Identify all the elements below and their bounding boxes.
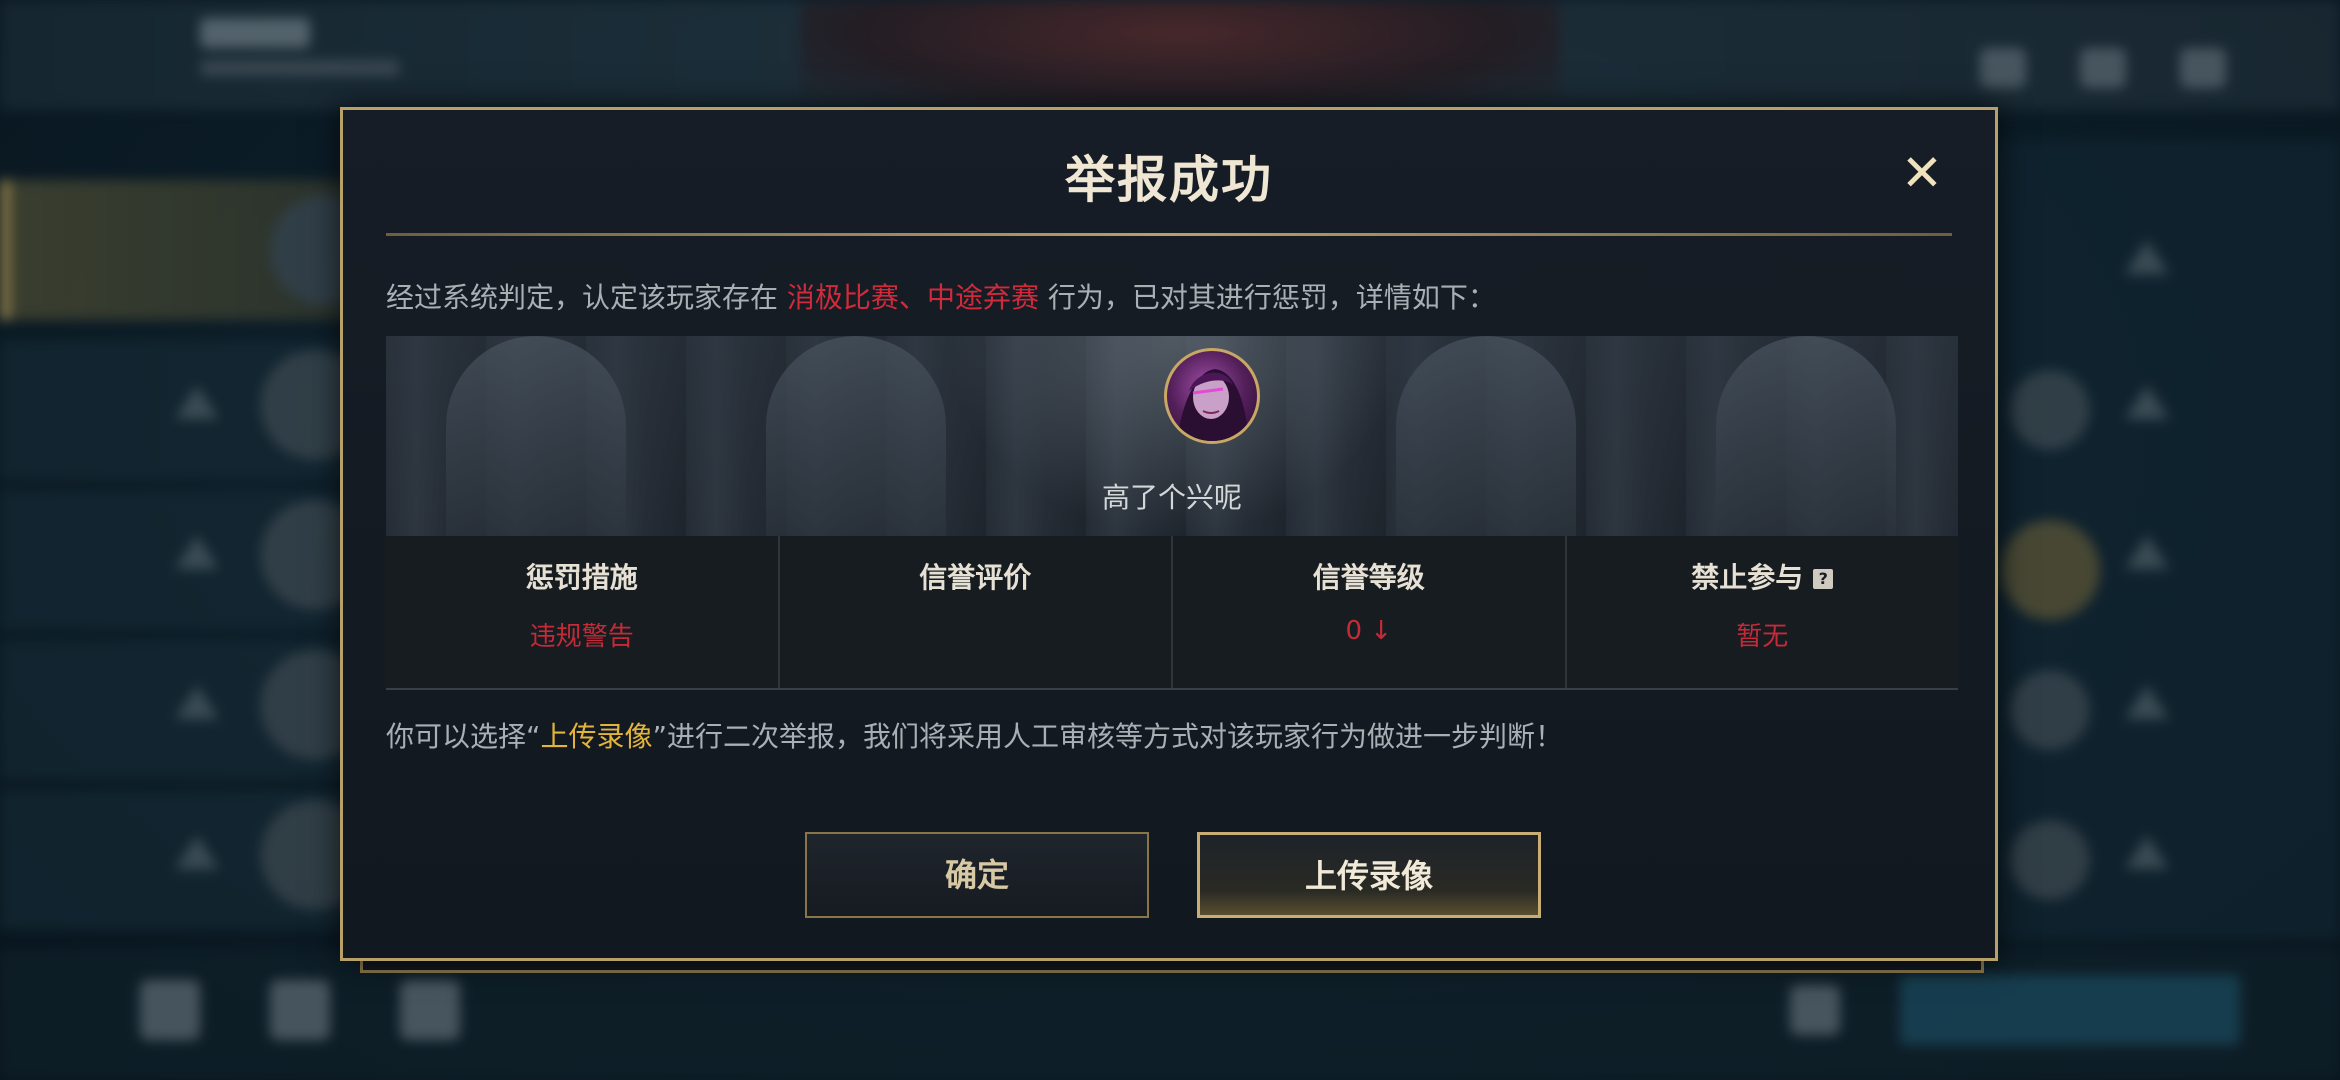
report-success-dialog: 举报成功 ✕ 经过系统判定，认定该玩家存在 消极比赛、中途弃赛 行为，已对其进行… xyxy=(340,107,1998,961)
player-name: 高了个兴呢 xyxy=(1101,481,1242,514)
stat-ban: 禁止参与? 暂无 xyxy=(1567,536,1959,688)
close-button[interactable]: ✕ xyxy=(1897,148,1947,198)
close-icon[interactable]: ✕ xyxy=(1901,144,1943,202)
bg-triangle-icon xyxy=(175,835,219,869)
stat-value: 0 ↓ xyxy=(1345,616,1393,646)
help-icon[interactable]: ? xyxy=(1813,569,1834,589)
stat-reputation-rating: 信誉评价 xyxy=(780,536,1173,688)
violation-behavior-2: 中途弃赛 xyxy=(926,281,1039,314)
bg-rank-badge xyxy=(2010,820,2090,900)
bg-icon xyxy=(2180,48,2226,88)
game-screen: 举报成功 ✕ 经过系统判定，认定该玩家存在 消极比赛、中途弃赛 行为，已对其进行… xyxy=(0,0,2340,1080)
violation-behavior-1: 消极比赛 xyxy=(786,281,899,314)
bg-triangle-icon xyxy=(2125,835,2169,869)
stat-label-with-help: 禁止参与? xyxy=(1567,556,1959,596)
bg-rank-badge xyxy=(2010,670,2090,750)
bg-player-name xyxy=(200,18,310,48)
bg-icon xyxy=(1980,48,2026,88)
bg-triangle-icon xyxy=(2125,685,2169,719)
bg-icon xyxy=(1790,985,1840,1035)
bg-icon xyxy=(2080,48,2126,88)
bg-rank-badge xyxy=(2000,520,2100,620)
bg-rank-badge xyxy=(2010,370,2090,450)
player-banner: 高了个兴呢 xyxy=(386,336,1958,536)
upload-replay-button[interactable]: 上传录像 xyxy=(1197,832,1541,918)
verdict-text: 经过系统判定，认定该玩家存在 消极比赛、中途弃赛 行为，已对其进行惩罚，详情如下… xyxy=(386,276,1496,316)
violation-separator: 、 xyxy=(898,281,927,314)
stat-reputation-level: 信誉等级 0 ↓ xyxy=(1173,536,1567,688)
stat-label: 惩罚措施 xyxy=(525,561,638,594)
stat-label: 信誉评价 xyxy=(919,561,1032,594)
champion-portrait-icon xyxy=(1164,348,1260,444)
stat-penalty-measure: 惩罚措施 违规警告 xyxy=(386,536,780,688)
bg-triangle-icon xyxy=(2125,385,2169,419)
dialog-title: 举报成功 xyxy=(1065,151,1273,209)
bg-triangle-icon xyxy=(175,535,219,569)
verdict-prefix: 经过系统判定，认定该玩家存在 xyxy=(386,281,787,314)
followup-prefix: 你可以选择“ xyxy=(386,720,541,753)
penalty-stats-table: 惩罚措施 违规警告 信誉评价 信誉等级 0 ↓ 禁止参与? 暂无 xyxy=(386,536,1958,690)
upload-replay-link[interactable]: 上传录像 xyxy=(541,720,653,753)
bg-triangle-icon xyxy=(2125,240,2169,274)
bg-triangle-icon xyxy=(2125,535,2169,569)
bg-icon xyxy=(140,980,200,1040)
bg-score-panel xyxy=(800,0,1560,110)
bg-triangle-icon xyxy=(175,385,219,419)
bg-action-button xyxy=(1900,975,2240,1045)
stat-value: 违规警告 xyxy=(529,622,634,652)
stat-label: 信誉等级 xyxy=(1312,561,1425,594)
bg-triangle-icon xyxy=(175,685,219,719)
stat-value: 暂无 xyxy=(1736,622,1789,652)
confirm-button[interactable]: 确定 xyxy=(805,832,1149,918)
stat-label: 禁止参与 xyxy=(1691,561,1804,594)
followup-suffix: ”进行二次举报，我们将采用人工审核等方式对该玩家行为做进一步判断！ xyxy=(652,720,1564,753)
title-divider xyxy=(386,233,1952,236)
verdict-suffix: 行为，已对其进行惩罚，详情如下： xyxy=(1038,281,1496,314)
bg-icon xyxy=(400,980,460,1040)
bg-player-subtitle xyxy=(200,60,400,76)
followup-text: 你可以选择“上传录像”进行二次举报，我们将采用人工审核等方式对该玩家行为做进一步… xyxy=(386,715,1563,755)
bg-icon xyxy=(270,980,330,1040)
